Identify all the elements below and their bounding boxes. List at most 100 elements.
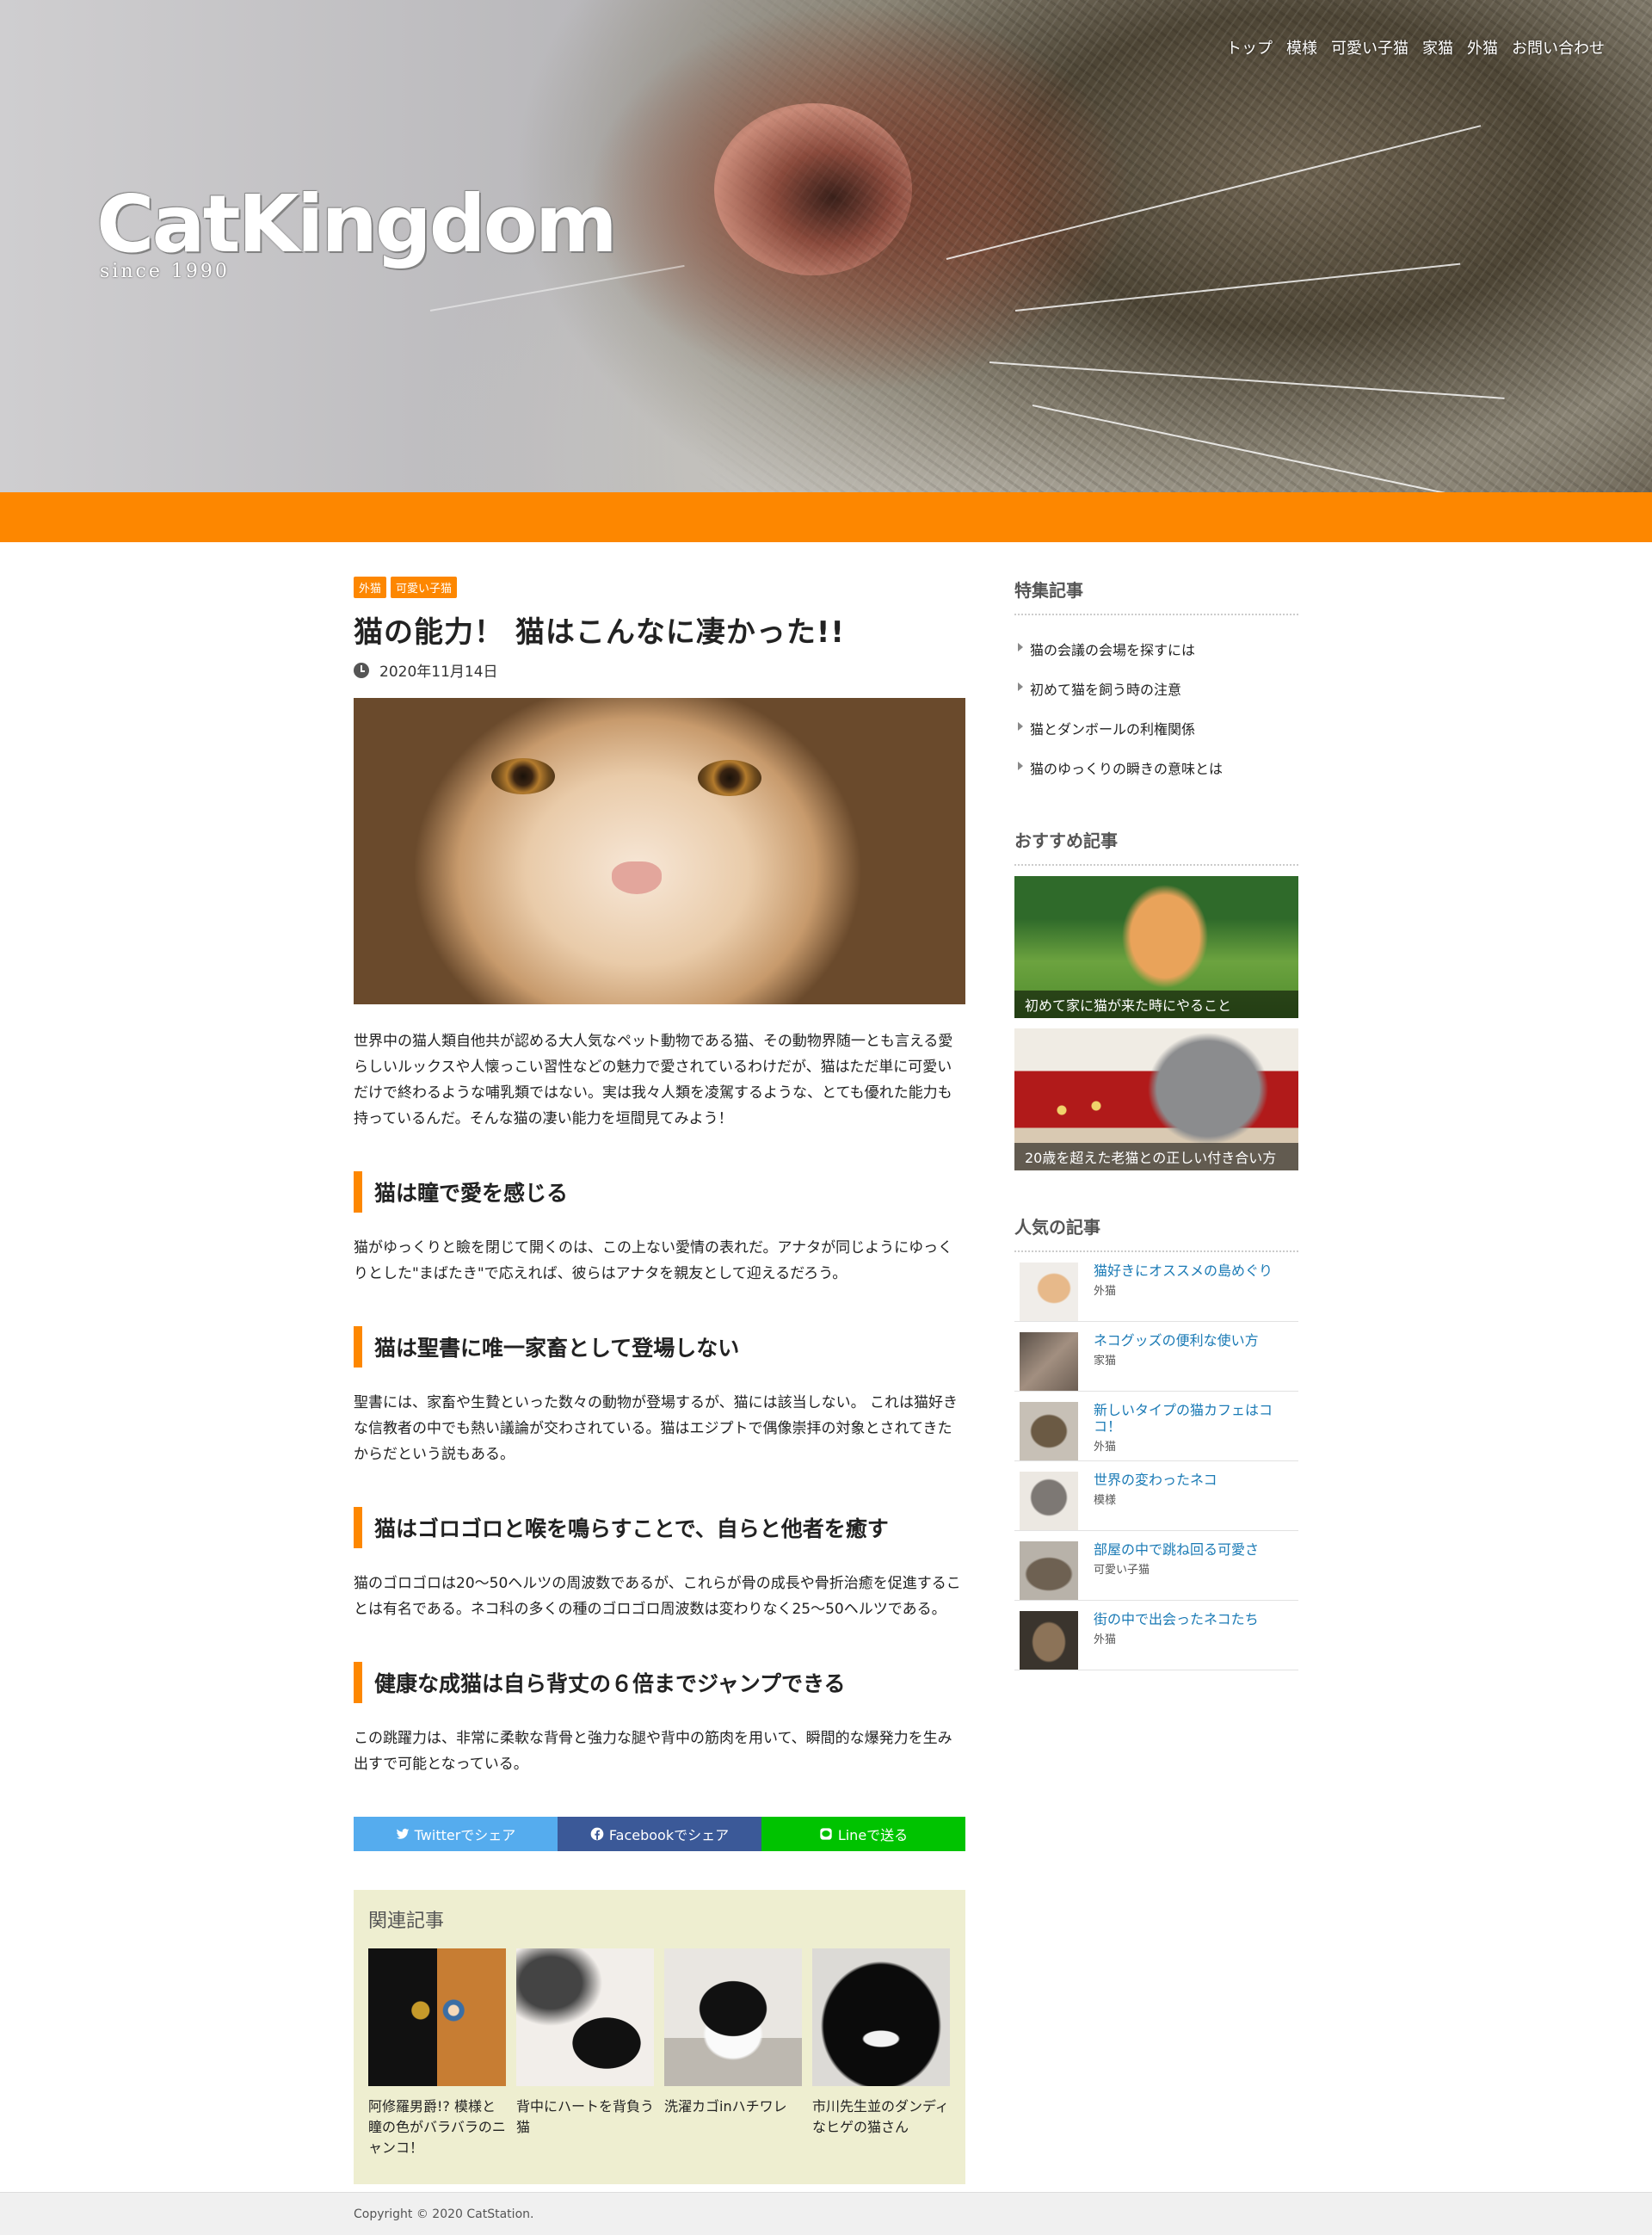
related-title: 洗濯カゴinハチワレ xyxy=(664,2098,787,2115)
nav-item-top[interactable]: トップ xyxy=(1226,36,1273,59)
popular-category: 家猫 xyxy=(1094,1355,1117,1368)
section-text: この跳躍力は、非常に柔軟な背骨と強力な腿や背中の筋肉を用いて、瞬間的な爆発力を生… xyxy=(354,1730,952,1773)
hero-banner: CatKingdom since 1990 トップ 模様 可愛い子猫 家猫 外猫… xyxy=(0,0,1652,492)
popular-thumbnail xyxy=(1020,1472,1078,1530)
related-title: 背中にハートを背負う猫 xyxy=(516,2098,655,2135)
related-thumbnail xyxy=(516,1948,654,2086)
cat-nose xyxy=(612,861,662,894)
nav-item-outdoor-cat[interactable]: 外猫 xyxy=(1467,36,1498,59)
line-share-button[interactable]: Lineで送る xyxy=(761,1817,965,1851)
line-icon xyxy=(820,1828,832,1840)
accent-band xyxy=(0,492,1652,542)
popular-category: 外猫 xyxy=(1094,1633,1117,1646)
popular-item[interactable]: 新しいタイプの猫カフェはココ！ 外猫 xyxy=(1014,1392,1298,1461)
recommended-card[interactable]: 初めて家に猫が来た時にやること xyxy=(1014,876,1298,1018)
site-logo[interactable]: CatKingdom since 1990 xyxy=(96,178,618,283)
cat-eye-right xyxy=(698,760,761,796)
related-card[interactable]: 背中にハートを背負う猫 xyxy=(516,1948,654,2158)
twitter-share-label: Twitterでシェア xyxy=(414,1827,516,1843)
related-card[interactable]: 阿修羅男爵!? 模様と瞳の色がバラバラのニャンコ！ xyxy=(368,1948,506,2158)
section-heading: 猫は聖書に唯一家畜として登場しない xyxy=(354,1326,965,1368)
article-eyecatch-image xyxy=(354,698,965,1004)
article-intro: 世界中の猫人類自他共が認める大人気なペット動物である猫、その動物界随一とも言える… xyxy=(354,1033,953,1127)
recommended-caption: 20歳を超えた老猫との正しい付き合い方 xyxy=(1014,1143,1298,1170)
section-text: 猫がゆっくりと瞼を閉じて開くのは、この上ない愛情の表れだ。アナタが同じようにゆっ… xyxy=(354,1239,953,1282)
featured-item[interactable]: 猫の会議の会場を探すには xyxy=(1014,629,1298,669)
popular-thumbnail xyxy=(1020,1541,1078,1600)
popular-item[interactable]: 街の中で出会ったネコたち 外猫 xyxy=(1014,1601,1298,1670)
nav-item-contact[interactable]: お問い合わせ xyxy=(1512,36,1605,59)
related-card[interactable]: 洗濯カゴinハチワレ xyxy=(664,1948,802,2158)
article-tags: 外猫 可愛い子猫 xyxy=(354,577,965,598)
content-area: 外猫 可愛い子猫 猫の能力！ 猫はこんなに凄かった!! 2020年11月14日 … xyxy=(0,542,1652,2235)
related-thumbnail xyxy=(368,1948,506,2086)
facebook-share-button[interactable]: Facebookでシェア xyxy=(558,1817,761,1851)
related-heading: 関連記事 xyxy=(368,1911,445,1932)
popular-thumbnail xyxy=(1020,1263,1078,1321)
share-buttons: Twitterでシェア Facebookでシェア Lineで送る xyxy=(354,1817,965,1851)
recommended-caption: 初めて家に猫が来た時にやること xyxy=(1014,991,1298,1018)
facebook-share-label: Facebookでシェア xyxy=(608,1827,730,1843)
facebook-icon xyxy=(590,1827,604,1841)
tag-kitten[interactable]: 可愛い子猫 xyxy=(391,577,458,598)
featured-list: 猫の会議の会場を探すには 初めて猫を飼う時の注意 猫とダンボールの利権関係 猫の… xyxy=(1014,629,1298,787)
site-footer: Copyright © 2020 CatStation. xyxy=(0,2192,1652,2235)
tag-outdoor-cat[interactable]: 外猫 xyxy=(354,577,387,598)
popular-item[interactable]: 猫好きにオススメの島めぐり 外猫 xyxy=(1014,1252,1298,1322)
popular-thumbnail xyxy=(1020,1402,1078,1460)
popular-item[interactable]: ネコグッズの便利な使い方 家猫 xyxy=(1014,1322,1298,1392)
twitter-icon xyxy=(396,1828,410,1839)
recommended-heading: おすすめ記事 xyxy=(1014,827,1298,866)
popular-title: 猫好きにオススメの島めぐり xyxy=(1094,1263,1273,1279)
article-date: 2020年11月14日 xyxy=(354,659,965,681)
popular-heading: 人気の記事 xyxy=(1014,1213,1298,1252)
popular-category: 外猫 xyxy=(1094,1285,1117,1298)
section-heading: 健康な成猫は自ら背丈の６倍までジャンプできる xyxy=(354,1662,965,1703)
popular-thumbnail xyxy=(1020,1611,1078,1670)
cat-eye-left xyxy=(491,758,555,794)
related-title: 阿修羅男爵!? 模様と瞳の色がバラバラのニャンコ！ xyxy=(368,2098,506,2156)
featured-item[interactable]: 猫のゆっくりの瞬きの意味とは xyxy=(1014,748,1298,787)
featured-item[interactable]: 猫とダンボールの利権関係 xyxy=(1014,708,1298,748)
section-heading: 猫はゴロゴロと喉を鳴らすことで、自らと他者を癒す xyxy=(354,1507,965,1548)
nav-item-house-cat[interactable]: 家猫 xyxy=(1422,36,1453,59)
line-share-label: Lineで送る xyxy=(837,1827,909,1843)
article-date-text: 2020年11月14日 xyxy=(379,664,498,681)
popular-title: 新しいタイプの猫カフェはココ！ xyxy=(1094,1402,1273,1435)
global-nav: トップ 模様 可愛い子猫 家猫 外猫 お問い合わせ xyxy=(1226,36,1605,59)
popular-thumbnail xyxy=(1020,1332,1078,1391)
popular-title: 街の中で出会ったネコたち xyxy=(1094,1611,1259,1627)
featured-item[interactable]: 初めて猫を飼う時の注意 xyxy=(1014,669,1298,708)
nav-item-kitten[interactable]: 可愛い子猫 xyxy=(1331,36,1409,59)
popular-category: 可愛い子猫 xyxy=(1094,1564,1150,1577)
popular-title: 部屋の中で跳ね回る可愛さ xyxy=(1094,1541,1260,1558)
sidebar: 特集記事 猫の会議の会場を探すには 初めて猫を飼う時の注意 猫とダンボールの利権… xyxy=(1014,577,1298,1670)
copyright: Copyright © 2020 CatStation. xyxy=(354,2207,534,2221)
clock-icon xyxy=(354,662,369,678)
popular-articles: 人気の記事 猫好きにオススメの島めぐり 外猫 ネコグッズの便利な使い方 家猫 新… xyxy=(1014,1213,1298,1670)
recommended-card[interactable]: 20歳を超えた老猫との正しい付き合い方 xyxy=(1014,1028,1298,1170)
popular-title: ネコグッズの便利な使い方 xyxy=(1094,1332,1259,1349)
featured-articles: 特集記事 猫の会議の会場を探すには 初めて猫を飼う時の注意 猫とダンボールの利権… xyxy=(1014,577,1298,787)
related-thumbnail xyxy=(664,1948,802,2086)
related-card[interactable]: 市川先生並のダンディなヒゲの猫さん xyxy=(812,1948,950,2158)
logo-wordmark: CatKingdom xyxy=(96,178,618,270)
related-title: 市川先生並のダンディなヒゲの猫さん xyxy=(812,2098,949,2135)
featured-heading: 特集記事 xyxy=(1014,577,1298,615)
section-heading: 猫は瞳で愛を感じる xyxy=(354,1171,965,1213)
popular-item[interactable]: 部屋の中で跳ね回る可愛さ 可愛い子猫 xyxy=(1014,1531,1298,1601)
nav-item-pattern[interactable]: 模様 xyxy=(1286,36,1317,59)
related-grid: 阿修羅男爵!? 模様と瞳の色がバラバラのニャンコ！ 背中にハートを背負う猫 洗濯… xyxy=(368,1948,951,2158)
article: 外猫 可愛い子猫 猫の能力！ 猫はこんなに凄かった!! 2020年11月14日 … xyxy=(354,577,965,2184)
popular-category: 外猫 xyxy=(1094,1441,1117,1454)
article-title: 猫の能力！ 猫はこんなに凄かった!! xyxy=(354,615,845,650)
section-text: 猫のゴロゴロは20～50ヘルツの周波数であるが、これらが骨の成長や骨折治癒を促進… xyxy=(354,1575,961,1618)
twitter-share-button[interactable]: Twitterでシェア xyxy=(354,1817,558,1851)
recommended-articles: おすすめ記事 初めて家に猫が来た時にやること 20歳を超えた老猫との正しい付き合… xyxy=(1014,827,1298,1170)
related-thumbnail xyxy=(812,1948,950,2086)
popular-item[interactable]: 世界の変わったネコ 模様 xyxy=(1014,1461,1298,1531)
popular-category: 模様 xyxy=(1094,1494,1117,1507)
popular-title: 世界の変わったネコ xyxy=(1094,1472,1217,1488)
section-text: 聖書には、家畜や生贄といった数々の動物が登場するが、猫には該当しない。 これは猫… xyxy=(354,1394,959,1463)
related-articles: 関連記事 阿修羅男爵!? 模様と瞳の色がバラバラのニャンコ！ 背中にハートを背負… xyxy=(354,1890,965,2184)
